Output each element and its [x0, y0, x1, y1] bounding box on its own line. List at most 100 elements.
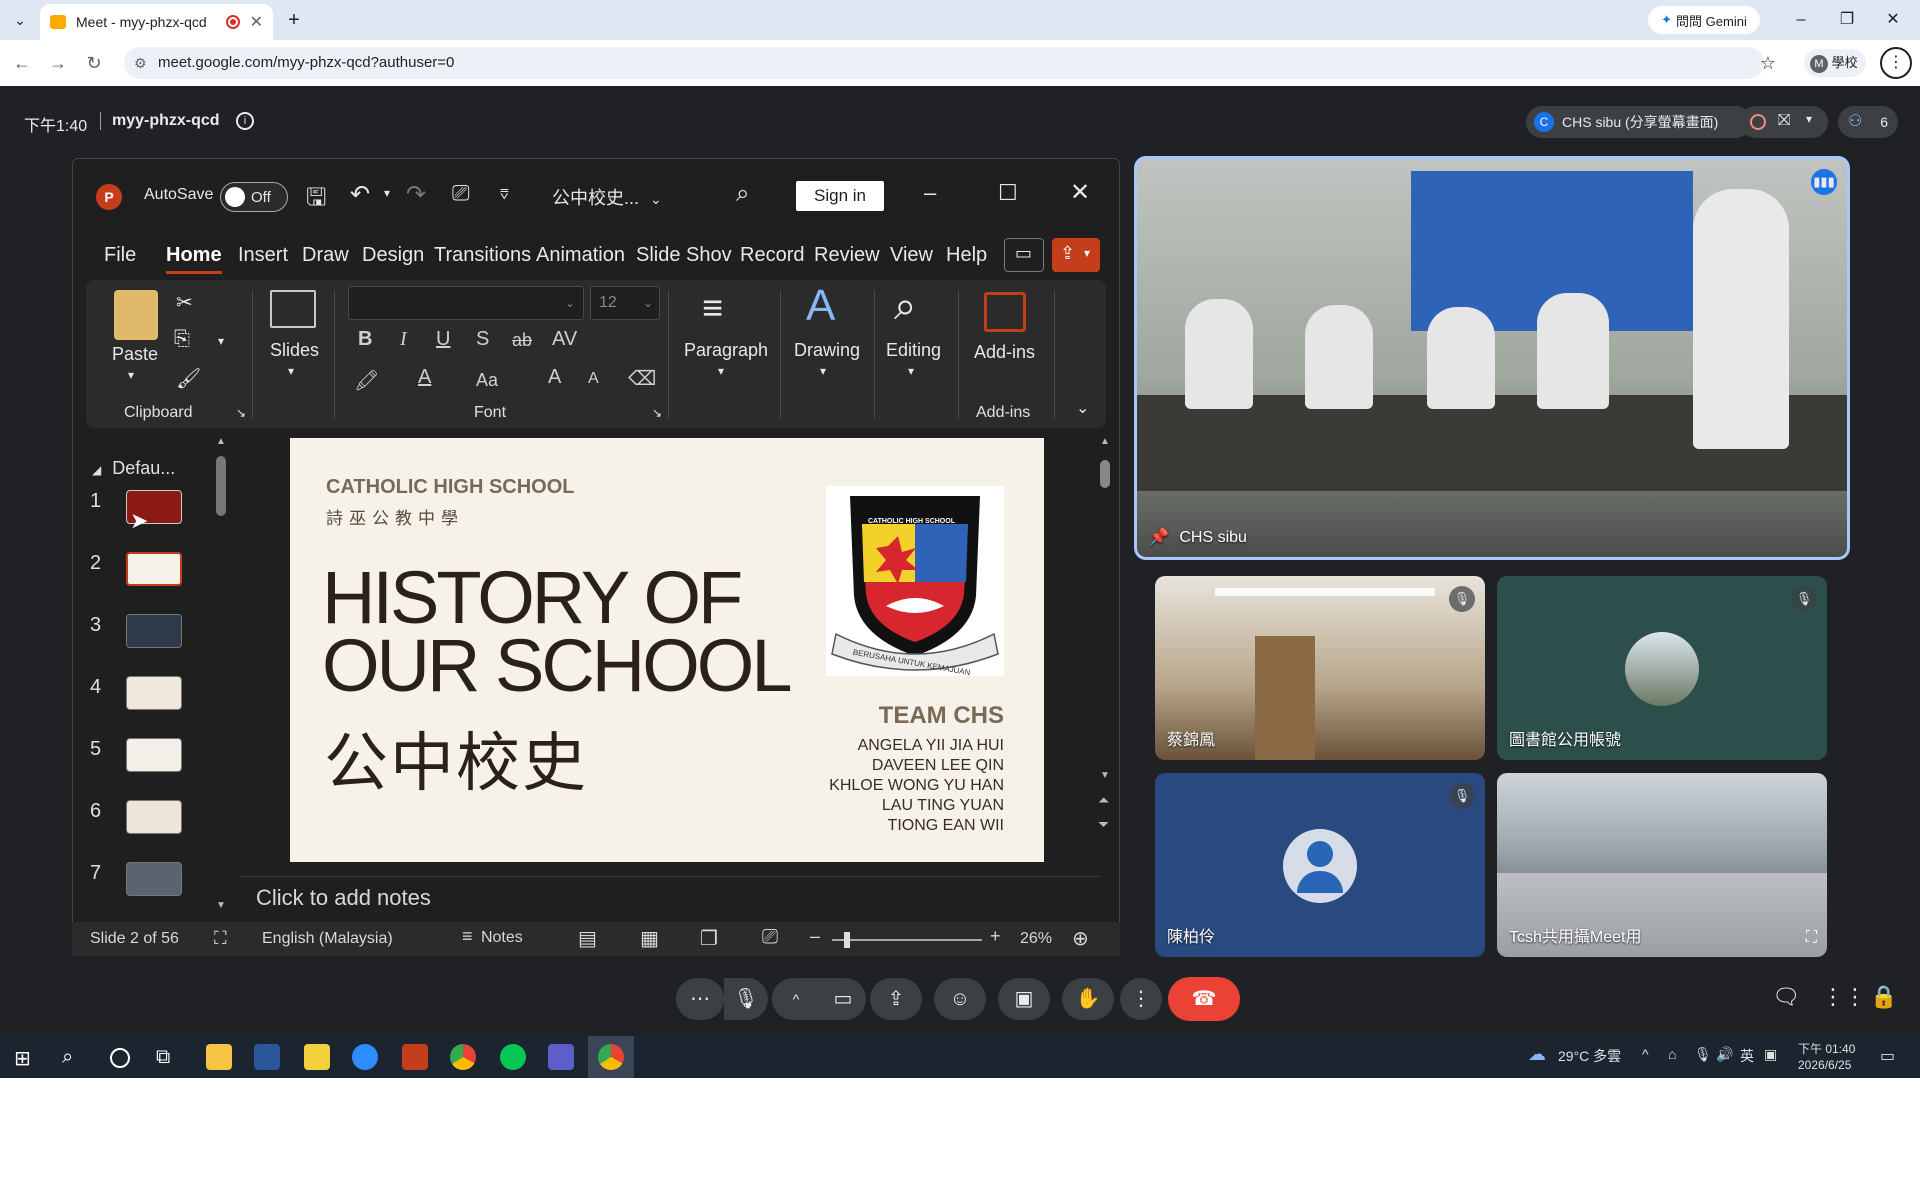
zoom-in-icon[interactable]: +: [990, 926, 1001, 947]
mic-button[interactable]: 🎙: [724, 978, 768, 1020]
present-screen-button[interactable]: ⇪: [870, 978, 922, 1020]
forward-icon[interactable]: →: [44, 49, 72, 77]
notes-app-icon[interactable]: [304, 1044, 330, 1070]
search-icon[interactable]: ⌕: [62, 1046, 73, 1069]
tab-review[interactable]: Review: [814, 244, 880, 267]
normal-view-icon[interactable]: ▤: [578, 926, 597, 951]
customize-toolbar-icon[interactable]: ⩢: [500, 186, 509, 203]
task-view-icon[interactable]: ⧉: [156, 1046, 170, 1069]
tab-file[interactable]: File: [104, 244, 136, 267]
language-status[interactable]: English (Malaysia): [262, 930, 393, 948]
browser-tab-meet[interactable]: Meet - myy-phzx-qcd ✕: [40, 4, 273, 40]
address-bar[interactable]: ⚙ meet.google.com/myy-phzx-qcd?authuser=…: [124, 47, 1764, 79]
italic-button[interactable]: I: [400, 328, 407, 351]
clipboard-launcher-icon[interactable]: ↘: [236, 406, 246, 420]
zoom-icon[interactable]: [352, 1044, 378, 1070]
paragraph-dropdown-icon[interactable]: ▾: [718, 364, 724, 378]
font-name-combo[interactable]: ⌄: [348, 286, 584, 320]
ime-mode-icon[interactable]: ▣: [1764, 1046, 1777, 1063]
slide-thumbnail[interactable]: 6: [90, 800, 190, 840]
host-controls-icon[interactable]: 🔒: [1870, 984, 1897, 1010]
taskbar-clock-date[interactable]: 2026/6/25: [1798, 1058, 1851, 1072]
chat-icon[interactable]: 🗨: [1772, 984, 1800, 1010]
taskbar-clock-time[interactable]: 下午 01:40: [1798, 1040, 1855, 1057]
cortana-icon[interactable]: [110, 1048, 130, 1068]
ppt-minimize-icon[interactable]: –: [924, 180, 936, 206]
fit-to-window-icon[interactable]: ⊕: [1072, 926, 1089, 951]
previous-slide-icon[interactable]: ⏶: [1098, 792, 1109, 809]
bold-button[interactable]: B: [358, 328, 372, 351]
paste-icon[interactable]: [114, 290, 158, 340]
participant-tile-active[interactable]: ▮▮▮ 📌 CHS sibu: [1134, 156, 1850, 560]
paragraph-icon[interactable]: ≡: [702, 288, 723, 328]
accessibility-icon[interactable]: ⛶: [214, 928, 227, 949]
slide-thumbnail[interactable]: 5: [90, 738, 190, 778]
paste-dropdown-icon[interactable]: ▾: [128, 368, 134, 382]
powerpoint-icon[interactable]: [402, 1044, 428, 1070]
font-size-combo[interactable]: 12 ⌄: [590, 286, 660, 320]
tab-draw[interactable]: Draw: [302, 244, 349, 267]
slides-label[interactable]: Slides: [270, 340, 319, 361]
scroll-down-icon[interactable]: ▼: [216, 900, 226, 911]
zoom-slider[interactable]: [832, 932, 982, 948]
end-call-button[interactable]: ☎: [1168, 977, 1240, 1021]
paragraph-label[interactable]: Paragraph: [684, 340, 768, 361]
search-icon[interactable]: ⌕: [736, 180, 749, 208]
format-painter-icon[interactable]: 🖌: [176, 366, 201, 391]
bookmark-star-icon[interactable]: ☆: [1754, 49, 1782, 77]
scroll-thumb[interactable]: [1100, 460, 1110, 488]
word-icon[interactable]: [254, 1044, 280, 1070]
more-actions-button[interactable]: ⋮: [1120, 978, 1162, 1020]
character-spacing-button[interactable]: AV: [552, 328, 577, 351]
undo-dropdown-icon[interactable]: ▾: [384, 186, 390, 200]
tab-home[interactable]: Home: [166, 244, 222, 274]
chrome-active-task[interactable]: [588, 1036, 634, 1078]
notes-toggle-button[interactable]: ≡ Notes: [462, 926, 523, 947]
copy-dropdown-icon[interactable]: ▾: [218, 334, 224, 348]
start-icon[interactable]: ⊞: [14, 1046, 31, 1071]
copy-icon[interactable]: ⎘: [174, 328, 190, 351]
ppt-close-icon[interactable]: ✕: [1070, 178, 1090, 207]
file-explorer-icon[interactable]: [206, 1044, 232, 1070]
participant-tile[interactable]: 🎙 陳柏伶: [1155, 773, 1485, 957]
change-case-button[interactable]: Aa: [476, 370, 498, 391]
editing-dropdown-icon[interactable]: ▾: [908, 364, 914, 378]
volume-icon[interactable]: 🔊: [1716, 1046, 1733, 1063]
tab-insert[interactable]: Insert: [238, 244, 288, 267]
add-ins-label[interactable]: Add-ins: [974, 342, 1035, 363]
grow-font-button[interactable]: A: [548, 366, 561, 389]
slide-show-icon[interactable]: ⎚: [762, 926, 778, 949]
drawing-label[interactable]: Drawing: [794, 340, 860, 361]
recording-chip[interactable]: ⛝ ▾: [1740, 106, 1828, 138]
collapse-ribbon-icon[interactable]: ⌄: [1076, 398, 1089, 418]
autosave-toggle[interactable]: Off: [220, 182, 288, 212]
tab-record[interactable]: Record: [740, 244, 804, 267]
site-info-icon[interactable]: ⚙: [134, 47, 147, 79]
meeting-info-icon[interactable]: i: [236, 112, 254, 130]
network-icon[interactable]: ⌂: [1668, 1046, 1676, 1062]
scroll-thumb[interactable]: [216, 456, 226, 516]
scroll-down-icon[interactable]: ▼: [1100, 770, 1110, 781]
weather-text[interactable]: 29°C 多雲: [1558, 1046, 1621, 1066]
present-icon[interactable]: ⎚: [452, 180, 470, 206]
slides-icon[interactable]: [270, 290, 316, 328]
drawing-dropdown-icon[interactable]: ▾: [820, 364, 826, 378]
slide-thumbnail-selected[interactable]: 2: [90, 552, 190, 592]
cut-icon[interactable]: ✂: [176, 290, 193, 315]
minimize-window-icon[interactable]: –: [1786, 8, 1816, 32]
tab-animation[interactable]: Animation: [536, 244, 625, 267]
save-icon[interactable]: 🖫: [306, 180, 326, 221]
slide-scrollbar[interactable]: ▲ ▼ ⏶ ⏷: [1098, 436, 1112, 846]
scroll-up-icon[interactable]: ▲: [216, 436, 226, 447]
teams-icon[interactable]: [548, 1044, 574, 1070]
notification-icon[interactable]: ▭: [1880, 1046, 1895, 1066]
profile-button[interactable]: M 學校: [1804, 49, 1866, 77]
tray-chevron-icon[interactable]: ^: [1642, 1046, 1649, 1062]
reading-view-icon[interactable]: ❐: [700, 926, 718, 951]
add-ins-icon[interactable]: [984, 292, 1026, 332]
presenter-chip[interactable]: C CHS sibu (分享螢幕畫面): [1526, 106, 1752, 138]
shrink-font-button[interactable]: A: [588, 370, 599, 388]
comments-button[interactable]: ▭: [1004, 238, 1044, 272]
back-icon[interactable]: ←: [8, 49, 36, 77]
crop-icon[interactable]: ⛶: [1806, 929, 1817, 947]
